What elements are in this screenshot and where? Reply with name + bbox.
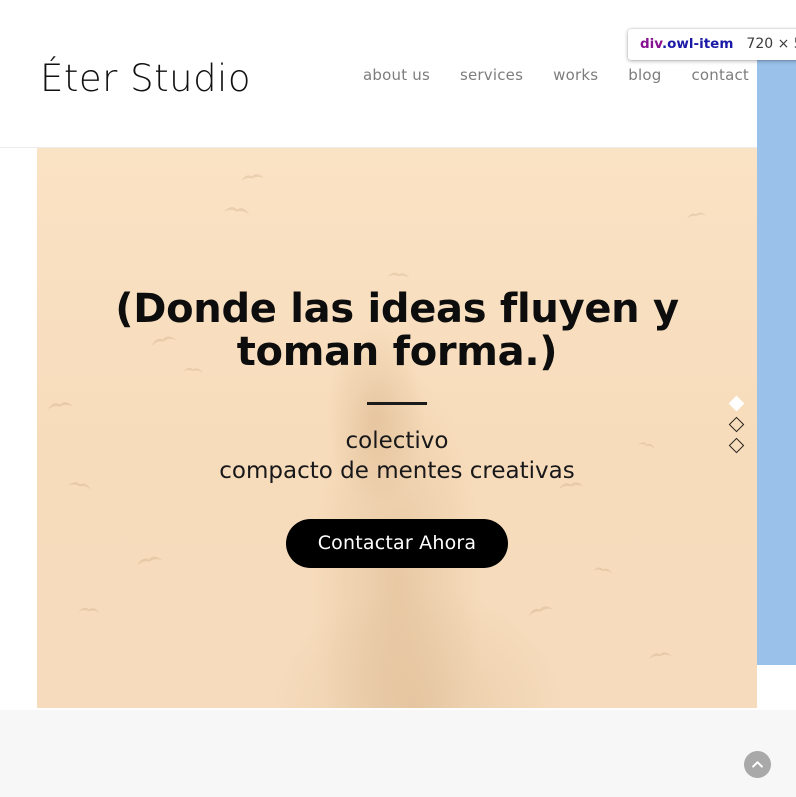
devtools-element-highlight (757, 60, 796, 665)
main-navigation: about us services works blog contact (363, 66, 749, 84)
site-logo[interactable]: Éter Studio (40, 60, 251, 97)
inspector-class-name: .owl-item (662, 36, 734, 52)
devtools-inspector-tooltip: div.owl-item 720 × 597.8 (628, 29, 796, 60)
hero-carousel-item[interactable]: (Donde las ideas fluyen y toman forma.) … (37, 148, 757, 708)
nav-link-services[interactable]: services (460, 66, 523, 84)
scroll-to-top-button[interactable] (744, 751, 771, 778)
nav-link-about-us[interactable]: about us (363, 66, 430, 84)
hero-divider (367, 402, 427, 406)
inspector-tag-name: div (640, 36, 662, 52)
carousel-dot-3[interactable] (728, 437, 745, 454)
hero-subtitle-line-2: compacto de mentes creativas (219, 457, 575, 484)
carousel-dot-1[interactable] (728, 395, 745, 412)
nav-link-works[interactable]: works (553, 66, 598, 84)
hero-subtitle: colectivo compacto de mentes creativas (219, 427, 574, 486)
inspector-dimensions: 720 × 597.8 (746, 36, 796, 52)
site-header: Éter Studio about us services works blog… (0, 0, 796, 148)
hero-subtitle-line-1: colectivo (345, 428, 449, 455)
inspector-selector: div.owl-item (640, 36, 733, 52)
nav-link-contact[interactable]: contact (691, 66, 749, 84)
hero-title: (Donde las ideas fluyen y toman forma.) (115, 286, 679, 376)
chevron-up-icon (752, 761, 763, 768)
contact-now-button[interactable]: Contactar Ahora (285, 519, 509, 569)
carousel-dot-2[interactable] (728, 416, 745, 433)
carousel-dots (728, 395, 745, 454)
nav-link-blog[interactable]: blog (628, 66, 661, 84)
hero-content: (Donde las ideas fluyen y toman forma.) … (37, 148, 757, 708)
page-root: Éter Studio about us services works blog… (0, 0, 796, 797)
below-fold-section (0, 710, 796, 797)
